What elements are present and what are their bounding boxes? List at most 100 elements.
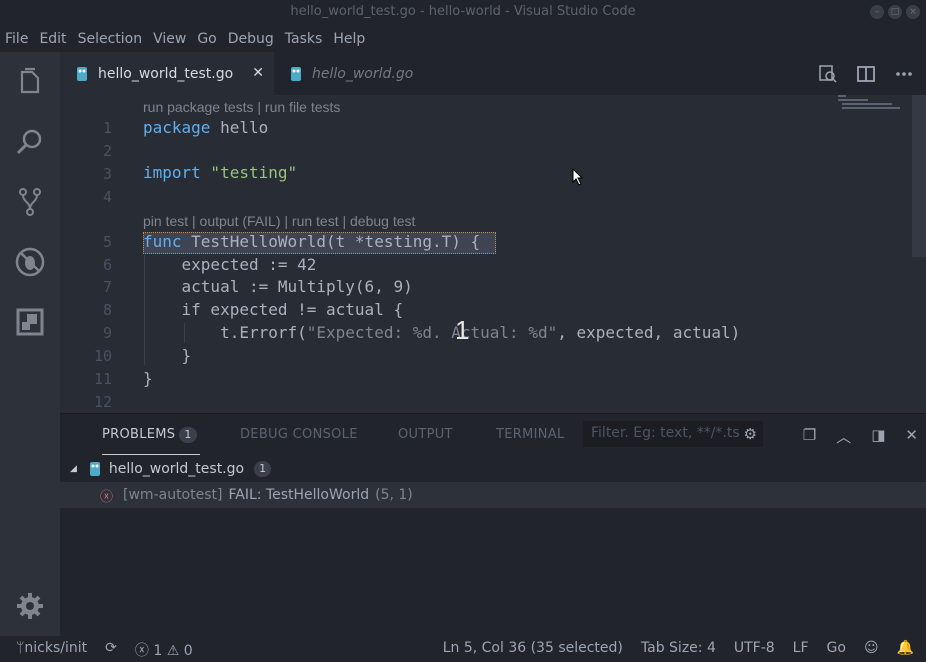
feedback-smiley-icon[interactable]: ☺ [864,640,879,656]
code-line-3: import "testing" [143,163,298,182]
code-line-5: func TestHelloWorld(t *testing.T) { [143,232,481,251]
bottom-panel: PROBLEMS 1 DEBUG CONSOLE OUTPUT TERMINAL … [60,413,926,636]
status-bar: ᛘnicks/init ⟳ ⓧ 1 ⚠ 0 Ln 5, Col 36 (35 s… [0,636,926,662]
tab-terminal[interactable]: TERMINAL [496,427,565,442]
search-icon[interactable] [12,124,48,160]
line-number: 7 [102,278,112,296]
codelens-test-func[interactable]: pin test | output (FAIL) | run test | de… [143,213,415,229]
code-line-6: expected := 42 [143,255,317,274]
language-mode[interactable]: Go [827,640,846,656]
tab-size[interactable]: Tab Size: 4 [641,640,716,656]
problem-position: (5, 1) [375,487,413,503]
problem-message: FAIL: TestHelloWorld [228,487,370,503]
menu-edit[interactable]: Edit [34,28,71,52]
warning-count-icon: ⚠ [166,643,180,659]
menu-debug[interactable]: Debug [223,28,279,52]
minimap[interactable] [838,95,908,115]
menu-selection[interactable]: Selection [73,28,148,52]
tab-problems[interactable]: PROBLEMS 1 [102,427,197,443]
line-number: 2 [102,142,112,160]
source-control-icon[interactable] [12,184,48,220]
line-number: 10 [93,347,112,365]
codelens-package[interactable]: run package tests | run file tests [143,99,340,115]
code-line-8: if expected != actual { [143,300,404,319]
open-changes-icon[interactable] [818,64,838,84]
code-line-7: actual := Multiply(6, 9) [143,277,413,296]
problem-file-count: 1 [254,461,272,477]
go-file-icon [77,66,87,81]
line-number: 12 [93,393,112,411]
problems-filter-input[interactable]: Filter. Eg: text, **/*.ts ⚙ [583,421,763,447]
problems-count-badge: 1 [179,427,197,443]
sync-icon[interactable]: ⟳ [105,640,117,660]
encoding[interactable]: UTF-8 [734,640,775,656]
code-line-10: } [143,346,192,365]
toggle-panel-position-icon[interactable]: ◨ [871,426,885,447]
menu-file[interactable]: File [0,28,33,52]
extensions-icon[interactable] [12,304,48,340]
menu-go[interactable]: Go [192,28,221,52]
maximize-panel-icon[interactable]: ︿ [836,426,851,447]
go-file-icon [89,462,100,476]
tab-label: hello_world.go [312,65,414,82]
close-panel-icon[interactable]: ✕ [905,426,918,447]
problem-source: [wm-autotest] [123,487,223,503]
explorer-icon[interactable] [12,64,48,100]
active-tab-underline [102,454,200,455]
line-number: 5 [102,233,112,251]
mouse-pointer-icon [572,168,584,186]
window-controls: – □ × [870,5,920,19]
notifications-bell-icon[interactable]: 🔔 [897,640,914,656]
line-number: 4 [102,188,112,206]
panel-actions: ❐ ︿ ◨ ✕ [803,426,918,447]
filter-placeholder: Filter. Eg: text, **/*.ts [591,425,740,441]
git-branch[interactable]: ᛘnicks/init [16,640,87,660]
more-actions-icon[interactable] [894,64,914,84]
tab-label: hello_world_test.go [98,65,234,82]
code-line-1: package hello [143,118,269,137]
filter-settings-icon[interactable]: ⚙ [744,425,757,443]
line-number: 1 [102,119,112,137]
line-number: 8 [102,301,112,319]
activity-bar [0,52,60,636]
menu-bar: File Edit Selection View Go Debug Tasks … [0,28,371,52]
problems-summary[interactable]: ⓧ 1 ⚠ 0 [135,640,193,660]
problem-file-name: hello_world_test.go [108,461,245,477]
manage-gear-icon[interactable] [16,592,44,620]
title-bar: hello_world_test.go - hello-world - Visu… [0,0,926,24]
problem-file-row[interactable]: ◢ hello_world_test.go 1 [60,456,926,482]
menu-tasks[interactable]: Tasks [280,28,328,52]
collapse-all-icon[interactable]: ❐ [803,426,816,447]
end-of-line[interactable]: LF [793,640,809,656]
expand-triangle-icon[interactable]: ◢ [70,464,77,474]
line-number: 9 [102,324,112,342]
line-number: 11 [93,370,112,388]
line-number: 3 [102,165,112,183]
editor-scrollbar[interactable] [912,95,926,257]
code-line-11: } [143,369,153,388]
code-line-9: t.Errorf("Expected: %d. Actual: %d", exp… [143,323,741,342]
error-icon: ⓧ [100,489,114,505]
go-file-icon [291,66,301,81]
overlay-annotation: 1 [455,315,470,345]
split-editor-icon[interactable] [856,64,876,84]
tab-debug-console[interactable]: DEBUG CONSOLE [240,427,358,442]
debug-icon[interactable] [12,244,48,280]
error-count-icon: ⓧ [134,643,149,659]
minimize-icon[interactable]: – [870,5,884,19]
tab-hello-world[interactable]: hello_world.go [274,52,506,95]
problem-row[interactable]: ⓧ [wm-autotest] FAIL: TestHelloWorld (5,… [60,482,926,508]
line-number: 6 [102,256,112,274]
code-editor[interactable]: run package tests | run file tests pin t… [60,95,926,413]
cursor-position[interactable]: Ln 5, Col 36 (35 selected) [443,640,623,656]
close-window-icon[interactable]: × [906,5,920,19]
maximize-icon[interactable]: □ [888,5,902,19]
editor-actions [818,52,926,95]
menu-help[interactable]: Help [328,28,370,52]
close-tab-icon[interactable]: ✕ [252,65,264,81]
tab-output[interactable]: OUTPUT [398,427,453,442]
window-title: hello_world_test.go - hello-world - Visu… [290,4,636,19]
menu-view[interactable]: View [148,28,191,52]
editor-tabs: hello_world_test.go ✕ hello_world.go [60,52,926,95]
tab-hello-world-test[interactable]: hello_world_test.go ✕ [60,52,274,95]
